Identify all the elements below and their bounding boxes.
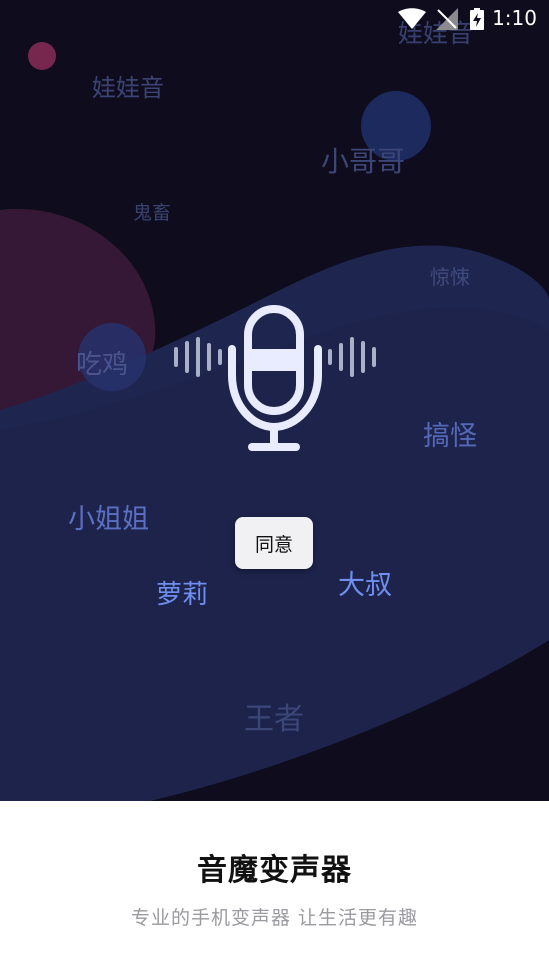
wifi-icon — [398, 8, 426, 34]
voice-tag: 王者 — [244, 702, 304, 737]
footer: 音魔变声器 专业的手机变声器 让生活更有趣 — [0, 801, 549, 977]
voice-tag: 鬼畜 — [133, 202, 172, 224]
agree-button[interactable]: 同意 — [235, 517, 313, 569]
status-time: 1:10 — [492, 6, 537, 30]
voice-tag: 萝莉 — [156, 580, 209, 610]
voice-tag: 吃鸡 — [76, 350, 129, 380]
voice-tag: 小哥哥 — [321, 145, 406, 178]
hero-banner: 1:10 娃娃音 娃娃音 小哥哥 鬼畜 惊悚 吃鸡 搞怪 小姐姐 萝莉 大叔 王… — [0, 0, 549, 801]
no-signal-icon — [436, 8, 458, 34]
app-name: 音魔变声器 — [197, 853, 352, 888]
status-bar: 1:10 — [0, 0, 549, 38]
microphone-icon — [174, 305, 376, 451]
voice-tag: 娃娃音 — [92, 74, 164, 102]
voice-tag: 大叔 — [338, 570, 392, 601]
voice-tag: 搞怪 — [423, 421, 477, 452]
voice-tag: 小姐姐 — [68, 504, 149, 535]
voice-tag: 惊悚 — [430, 265, 470, 289]
battery-charging-icon — [470, 8, 484, 34]
app-slogan: 专业的手机变声器 让生活更有趣 — [130, 907, 419, 929]
